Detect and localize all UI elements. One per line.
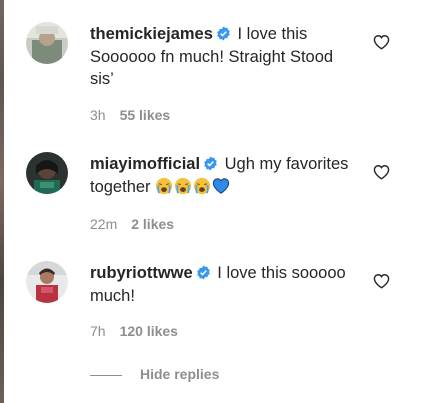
comment-username[interactable]: rubyriottwwe: [90, 264, 193, 282]
comment-time[interactable]: 7h: [90, 323, 106, 339]
crying-face-emoji: [175, 177, 192, 194]
comment-likes[interactable]: 2 likes: [131, 216, 174, 232]
comment-body: themickiejames I love this Soooooo fn mu…: [90, 23, 358, 91]
comment-meta: 3h 55 likes: [90, 107, 170, 123]
comment-body: miayimofficial Ugh my favorites together: [90, 153, 358, 198]
verified-badge-icon: [196, 265, 210, 280]
comment-likes[interactable]: 55 likes: [120, 107, 171, 123]
comment-username[interactable]: miayimofficial: [90, 155, 200, 173]
heart-outline-icon[interactable]: [373, 34, 390, 50]
verified-badge-icon: [217, 26, 230, 41]
hide-replies-button[interactable]: Hide replies: [90, 366, 219, 382]
comment-meta: 22m 2 likes: [90, 216, 174, 232]
comment-body: rubyriottwwe I love this sooooo much!: [90, 262, 358, 307]
crying-face-emoji: [194, 177, 211, 194]
blue-heart-emoji: [212, 177, 230, 194]
background-edge: [0, 0, 4, 403]
comment-time[interactable]: 3h: [90, 107, 106, 123]
hide-replies-label[interactable]: Hide replies: [140, 366, 219, 382]
comment-meta: 7h 120 likes: [90, 323, 178, 339]
avatar[interactable]: [26, 152, 68, 194]
verified-badge-icon: [204, 156, 217, 171]
comment-time[interactable]: 22m: [90, 216, 117, 232]
avatar[interactable]: [26, 22, 68, 64]
crying-face-emoji: [156, 177, 173, 194]
replies-divider: [90, 374, 122, 376]
heart-outline-icon[interactable]: [373, 164, 390, 180]
avatar[interactable]: [26, 261, 68, 303]
comment-username[interactable]: themickiejames: [90, 25, 213, 43]
comment-likes[interactable]: 120 likes: [120, 323, 178, 339]
heart-outline-icon[interactable]: [373, 273, 390, 289]
